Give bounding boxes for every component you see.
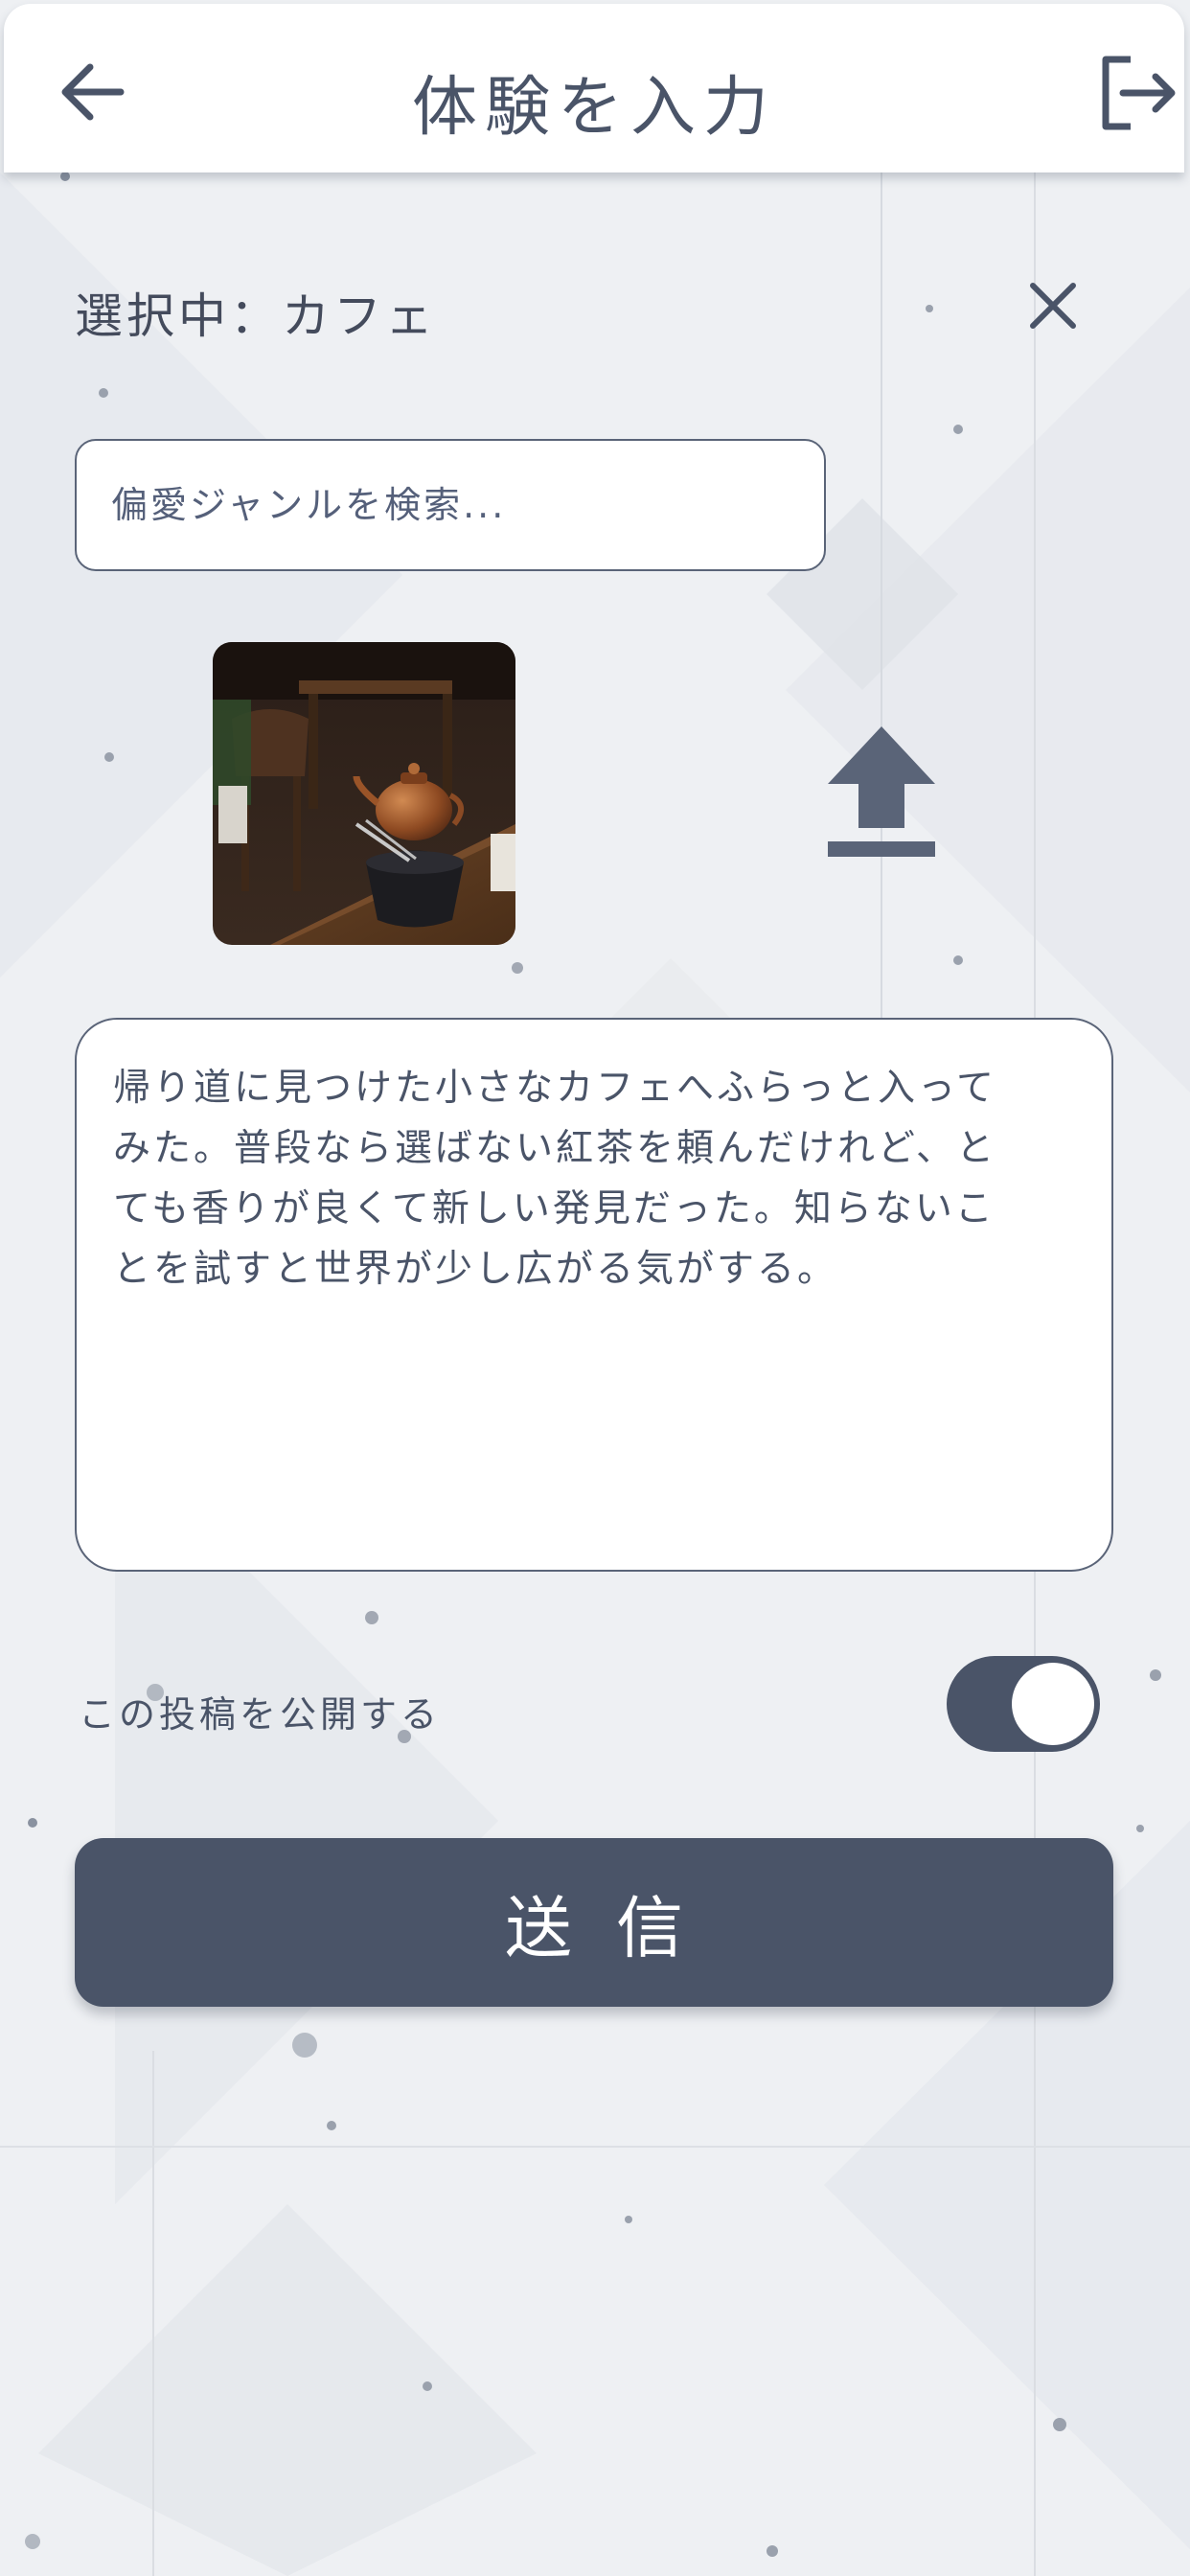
selected-genre-label: 選択中：カフェ [75, 288, 437, 344]
search-input[interactable] [111, 441, 782, 569]
logout-icon[interactable] [1094, 52, 1177, 134]
post-text-area[interactable]: 帰り道に見つけた小さなカフェへふらっと入って みた。普段なら選ばない紅茶を頼んだ… [75, 1018, 1113, 1572]
public-toggle[interactable] [947, 1656, 1100, 1752]
post-text: 帰り道に見つけた小さなカフェへふらっと入って みた。普段なら選ばない紅茶を頼んだ… [113, 1067, 997, 1291]
upload-icon[interactable] [824, 724, 939, 859]
close-icon[interactable] [1025, 278, 1081, 334]
cafe-teapot-photo [213, 642, 515, 945]
page-title: 体験を入力 [411, 70, 776, 146]
top-bar: 体験を入力 [4, 4, 1184, 172]
toggle-knob [1012, 1663, 1094, 1745]
genre-search-field[interactable] [75, 439, 826, 571]
submit-button[interactable]: 送信 [75, 1838, 1113, 2007]
public-toggle-label: この投稿を公開する [79, 1693, 442, 1736]
experience-input-screen: 体験を入力 選択中：カフェ 偏愛ジャンルを検索... 帰り道に見つけた小さなカフ… [0, 0, 1190, 2576]
